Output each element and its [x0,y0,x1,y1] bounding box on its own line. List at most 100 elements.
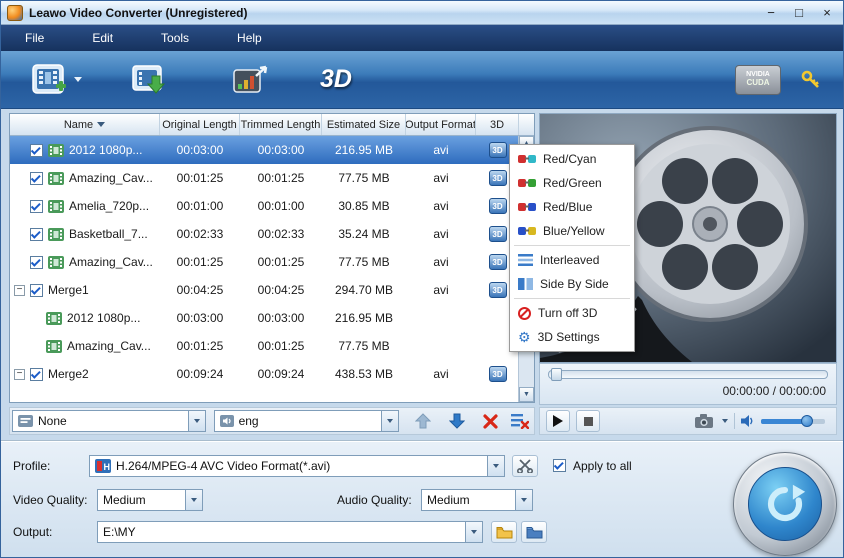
menu-edit[interactable]: Edit [68,25,137,51]
browse-output-button[interactable] [491,521,517,543]
video-file-icon [46,312,62,325]
column-header-3d[interactable]: 3D [476,114,519,135]
3d-movie-button[interactable]: 3D [320,65,352,94]
collapse-expander-icon[interactable]: − [14,369,25,380]
3d-badge-icon[interactable]: 3D [489,254,507,270]
estimated-size: 438.53 MB [322,367,406,381]
column-header-name[interactable]: Name [10,114,160,135]
edit-profile-button[interactable] [512,455,538,477]
column-header-estimated-size[interactable]: Estimated Size [322,114,406,135]
row-checkbox-checked[interactable] [30,368,43,381]
apply-to-all-checkbox-checked[interactable] [553,459,566,472]
stop-button[interactable] [576,410,600,432]
menu-item-red-cyan[interactable]: Red/Cyan [510,147,634,171]
profile-dropdown-button[interactable] [487,456,504,476]
clear-list-button[interactable] [508,410,532,432]
row-checkbox-checked[interactable] [30,144,43,157]
scroll-down-button[interactable]: ▼ [519,387,534,402]
table-row[interactable]: − Merge1 00:04:25 00:04:25 294.70 MB avi… [10,276,534,304]
menu-item-label: Interleaved [540,253,599,267]
volume-icon[interactable] [741,415,755,427]
output-dropdown-button[interactable] [465,522,482,542]
add-from-folder-button[interactable] [128,62,168,98]
audio-dropdown-button[interactable] [381,411,398,431]
menu-item-turn-off-3d[interactable]: Turn off 3D [510,301,634,325]
table-row[interactable]: Basketball_7... 00:02:33 00:02:33 35.24 … [10,220,534,248]
table-row[interactable]: 2012 1080p... 00:03:00 00:03:00 216.95 M… [10,304,534,332]
play-button[interactable] [546,410,570,432]
table-row[interactable]: Amazing_Cav... 00:01:25 00:01:25 77.75 M… [10,248,534,276]
glasses-blue-yellow-icon [518,226,536,236]
add-video-button[interactable] [29,62,69,98]
menu-item-3d-settings[interactable]: ⚙ 3D Settings [510,325,634,349]
window-title: Leawo Video Converter (Unregistered) [29,6,248,20]
output-format: avi [406,143,476,157]
column-header-trimmed-length[interactable]: Trimmed Length [240,114,322,135]
audio-track-select[interactable]: eng [214,410,400,432]
menu-item-interleaved[interactable]: Interleaved [510,248,634,272]
trimmed-length: 00:09:24 [240,367,322,381]
collapse-expander-icon[interactable]: − [14,285,25,296]
chevron-down-icon [387,419,393,423]
table-row[interactable]: Amelia_720p... 00:01:00 00:01:00 30.85 M… [10,192,534,220]
snapshot-dropdown-arrow-icon[interactable] [722,419,728,423]
original-length: 00:01:00 [160,199,240,213]
row-checkbox-checked[interactable] [30,172,43,185]
output-label: Output: [13,525,52,539]
audio-quality-dropdown-button[interactable] [515,490,532,510]
arrow-up-icon [415,413,431,429]
video-quality-dropdown-button[interactable] [185,490,202,510]
media-server-button[interactable] [230,62,272,98]
3d-badge-icon[interactable]: 3D [489,198,507,214]
audio-quality-select[interactable]: Medium [421,489,533,511]
volume-slider[interactable] [761,419,825,424]
menu-item-red-green[interactable]: Red/Green [510,171,634,195]
3d-badge-icon[interactable]: 3D [489,282,507,298]
close-button[interactable]: × [817,5,837,21]
3d-badge-icon[interactable]: 3D [489,142,507,158]
remove-file-button[interactable] [479,410,503,432]
title-bar[interactable]: Leawo Video Converter (Unregistered) − □… [1,1,843,25]
seek-thumb[interactable] [551,368,562,381]
table-row[interactable]: 2012 1080p... 00:03:00 00:03:00 216.95 M… [10,136,534,164]
subtitle-select[interactable]: None [12,410,206,432]
minimize-button[interactable]: − [761,5,781,21]
column-header-output-format[interactable]: Output Format [406,114,476,135]
3d-badge-icon[interactable]: 3D [489,226,507,242]
output-path-combo[interactable]: E:\MY [97,521,483,543]
glasses-red-blue-icon [518,202,536,212]
snapshot-button[interactable] [692,410,716,432]
table-row[interactable]: Amazing_Cav... 00:01:25 00:01:25 77.75 M… [10,164,534,192]
row-checkbox-checked[interactable] [30,228,43,241]
menu-file[interactable]: File [1,25,68,51]
menu-item-blue-yellow[interactable]: Blue/Yellow [510,219,634,243]
3d-badge-icon[interactable]: 3D [489,170,507,186]
open-output-folder-button[interactable] [521,521,547,543]
maximize-button[interactable]: □ [789,5,809,21]
volume-thumb[interactable] [801,415,813,427]
table-row[interactable]: − Merge2 00:09:24 00:09:24 438.53 MB avi… [10,360,534,388]
row-checkbox-checked[interactable] [30,256,43,269]
menu-tools[interactable]: Tools [137,25,213,51]
subtitle-dropdown-button[interactable] [188,411,205,431]
3d-settings-gear-icon: ⚙ [518,330,531,344]
row-checkbox-checked[interactable] [30,200,43,213]
convert-button[interactable] [733,452,837,556]
profile-select[interactable]: H H.264/MPEG-4 AVC Video Format(*.avi) [89,455,505,477]
video-quality-select[interactable]: Medium [97,489,203,511]
menu-help[interactable]: Help [213,25,286,51]
menu-item-side-by-side[interactable]: Side By Side [510,272,634,296]
estimated-size: 294.70 MB [322,283,406,297]
3d-badge-icon[interactable]: 3D [489,366,507,382]
row-checkbox-checked[interactable] [30,284,43,297]
table-row[interactable]: Amazing_Cav... 00:01:25 00:01:25 77.75 M… [10,332,534,360]
clear-list-icon [511,413,529,429]
column-header-original-length[interactable]: Original Length [160,114,240,135]
add-video-dropdown-arrow-icon[interactable] [74,77,82,82]
move-up-button[interactable] [411,410,435,432]
menu-item-red-blue[interactable]: Red/Blue [510,195,634,219]
subtitle-icon [18,415,33,427]
seek-bar[interactable] [548,370,828,379]
move-down-button[interactable] [445,410,469,432]
register-button[interactable] [801,70,821,90]
